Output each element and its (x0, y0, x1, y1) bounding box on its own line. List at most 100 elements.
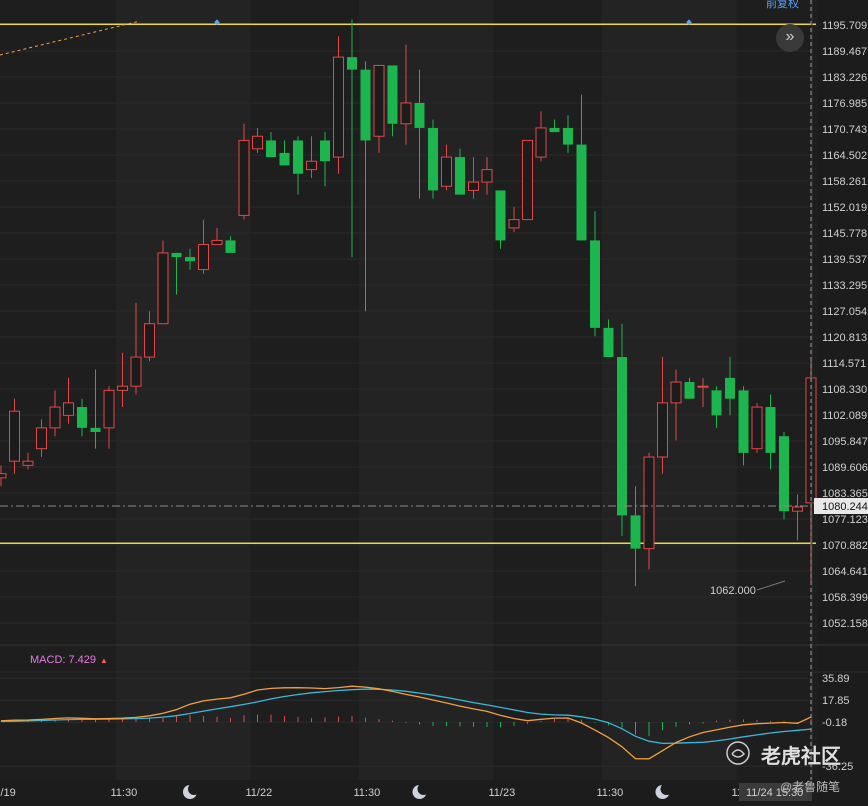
candle-body (495, 190, 506, 241)
candle-body (428, 127, 438, 191)
candle-body (171, 252, 182, 258)
candle-body (617, 357, 627, 516)
price-tick-label: 1102.089 (822, 410, 867, 422)
price-tick-label: 1052.158 (822, 618, 868, 630)
candle-body (373, 64, 385, 137)
candle-body (522, 139, 533, 221)
price-tick-label: 1189.467 (822, 46, 867, 58)
expand-button[interactable]: » (776, 24, 804, 52)
session-band (493, 0, 602, 780)
candle-body (400, 102, 412, 125)
candle-body (198, 244, 209, 271)
candle-body (455, 157, 465, 195)
price-tick-label: 1077.123 (822, 514, 868, 526)
price-tick-label: 1158.261 (822, 176, 867, 188)
price-tick-label: 1064.641 (822, 566, 868, 578)
price-tick-label: 1127.054 (822, 306, 867, 318)
macd-label: MACD: 7.429 ▲ (30, 654, 108, 666)
candle-body (211, 239, 223, 246)
candle-body (103, 389, 115, 429)
time-tick-label: 11:30 (111, 787, 138, 799)
time-tick-label: 11/22 (246, 787, 273, 799)
candle-body (0, 473, 7, 479)
candle-body (697, 385, 709, 388)
price-adjust-toggle[interactable]: 前复权 (766, 0, 799, 11)
candle-body (684, 382, 695, 399)
time-tick-label: 11/19 (0, 787, 16, 799)
candle-body (333, 56, 344, 158)
candle-body (711, 390, 722, 416)
candle (333, 36, 344, 174)
candle-body (563, 127, 573, 145)
price-tick-label: 1164.502 (822, 150, 867, 162)
price-tick-label: 1170.743 (822, 124, 867, 136)
candle (428, 119, 438, 199)
macd-tick-label: 17.85 (822, 695, 850, 707)
candle (522, 139, 533, 221)
tiger-logo-icon (726, 741, 750, 765)
price-tick-label: 1070.882 (822, 540, 868, 552)
watermark-brand: 老虎社区 (761, 746, 841, 768)
candle-body (306, 160, 317, 171)
candle-body (670, 381, 682, 404)
candle-body (36, 427, 47, 450)
time-tick-label: 11/23 (489, 787, 516, 799)
current-price-label: 1080.244 (822, 501, 868, 513)
candle-body (266, 140, 276, 158)
candle-body (238, 139, 250, 216)
candle-body (22, 460, 34, 466)
price-tick-label: 1089.606 (822, 462, 868, 474)
candle-body (360, 69, 371, 141)
macd-tick-label: 35.89 (822, 673, 850, 685)
price-tick-label: 1058.399 (822, 592, 868, 604)
price-tick-label: 1095.847 (822, 436, 868, 448)
candle-body (535, 127, 547, 158)
candle-body (63, 402, 74, 416)
price-tick-label: 1108.330 (822, 384, 867, 396)
candle-body (765, 407, 776, 453)
candle-body (387, 65, 398, 124)
candle (157, 240, 169, 325)
candle-body (603, 327, 614, 358)
candle-body (49, 406, 61, 429)
candle-body (657, 402, 668, 458)
price-tick-label: 1139.537 (822, 254, 867, 266)
time-tick-label: 11:30 (597, 787, 624, 799)
macd-arrow-icon: ▲ (100, 656, 108, 665)
price-tick-label: 1152.019 (822, 202, 867, 214)
candle-body (549, 127, 560, 133)
candle-body (9, 410, 20, 462)
candle-body (792, 506, 803, 512)
watermark: 老虎社区 @老鲁随笔 (725, 740, 841, 794)
candle-body (157, 252, 169, 325)
candle-body (130, 356, 142, 387)
candle-body (347, 57, 357, 70)
candle (495, 190, 506, 249)
candle-body (441, 156, 452, 187)
price-tick-label: 1176.985 (822, 98, 867, 110)
macd-value: MACD: 7.429 (30, 654, 97, 666)
candle-body (779, 436, 789, 512)
watermark-author: @老鲁随笔 (780, 780, 841, 794)
price-tick-label: 1133.295 (822, 280, 867, 292)
price-tick-label: 1120.813 (822, 332, 867, 344)
candle-body (90, 427, 101, 433)
candle (751, 402, 763, 453)
candle-body (293, 140, 303, 174)
candle-body (252, 135, 263, 150)
candlestick-chart[interactable]: 1195.709 1189.467 1183.226 1176.985 1170.743… (0, 0, 868, 806)
candle-body (725, 377, 735, 399)
candle-body (185, 257, 195, 262)
candle-body (751, 406, 763, 450)
candle-body (225, 240, 236, 253)
candle-body (468, 181, 479, 191)
price-tick-label: 1114.571 (822, 358, 866, 370)
candle-body (590, 240, 600, 328)
price-tick-label: 1145.778 (822, 228, 867, 240)
macd-tick-label: -0.18 (822, 717, 847, 729)
candle-body (508, 219, 520, 229)
price-tick-label: 1183.226 (822, 72, 867, 84)
candle-body (279, 152, 290, 166)
candle-body (738, 390, 749, 453)
candle-body (117, 385, 128, 391)
